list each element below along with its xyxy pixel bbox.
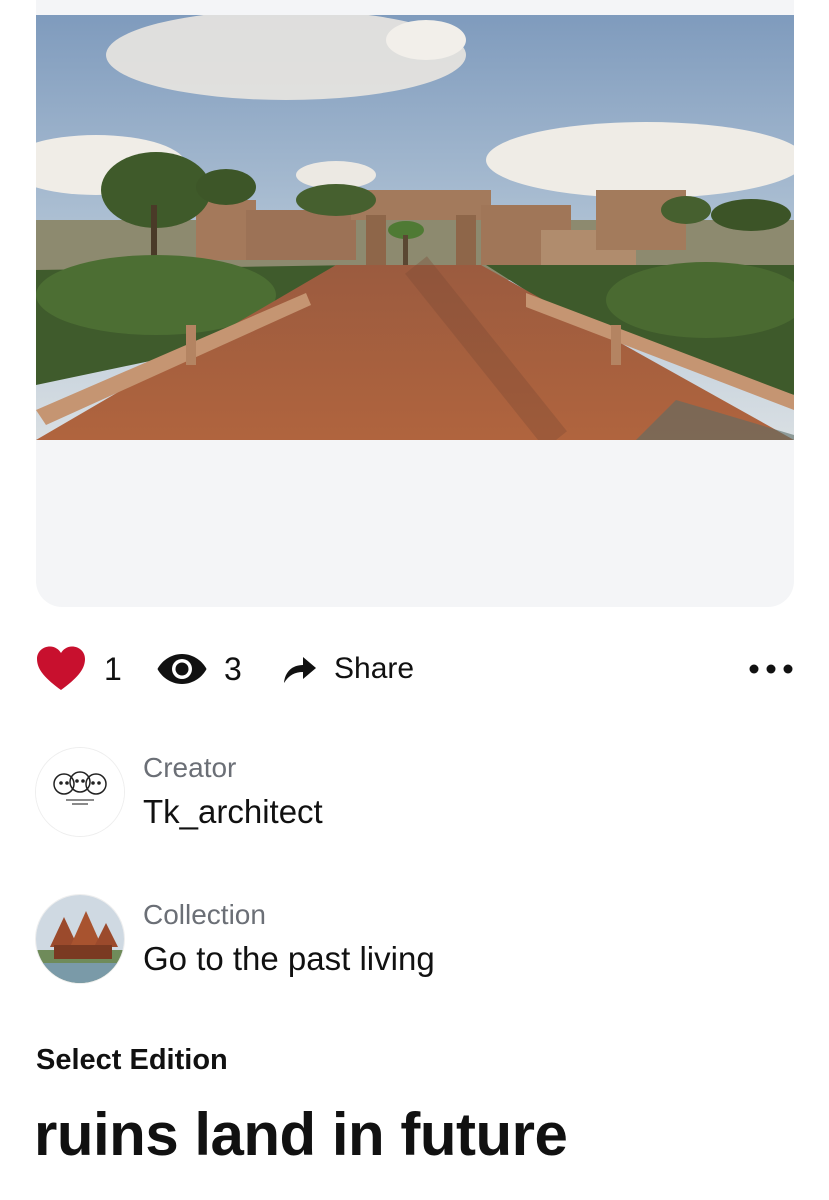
share-label: Share [334, 652, 415, 685]
creator-row[interactable]: Creator Tk_architect [36, 748, 323, 836]
like-button[interactable]: 1 [36, 640, 122, 698]
share-button[interactable]: Share [282, 640, 414, 698]
collection-avatar[interactable] [36, 895, 124, 983]
nft-title: ruins land in future [34, 1101, 568, 1168]
heart-icon [37, 646, 85, 690]
action-bar: 1 3 Share [36, 640, 794, 698]
views-indicator: 3 [156, 640, 242, 698]
creator-avatar[interactable] [36, 748, 124, 836]
like-count: 1 [104, 650, 122, 687]
collection-row[interactable]: Collection Go to the past living [36, 895, 435, 983]
view-count: 3 [224, 650, 242, 687]
more-options-button[interactable] [748, 640, 794, 698]
creator-name[interactable]: Tk_architect [143, 790, 323, 834]
creator-logo-icon [36, 748, 124, 836]
creator-label: Creator [143, 751, 237, 783]
more-dots-icon [749, 664, 793, 674]
collection-label: Collection [143, 898, 266, 930]
artwork-image[interactable] [36, 15, 794, 440]
collection-name[interactable]: Go to the past living [143, 937, 435, 981]
select-edition-label[interactable]: Select Edition [36, 1044, 228, 1077]
eye-icon [157, 654, 207, 684]
share-arrow-icon [284, 657, 316, 683]
artwork-card[interactable] [36, 0, 794, 607]
collection-thumbnail [36, 895, 124, 983]
